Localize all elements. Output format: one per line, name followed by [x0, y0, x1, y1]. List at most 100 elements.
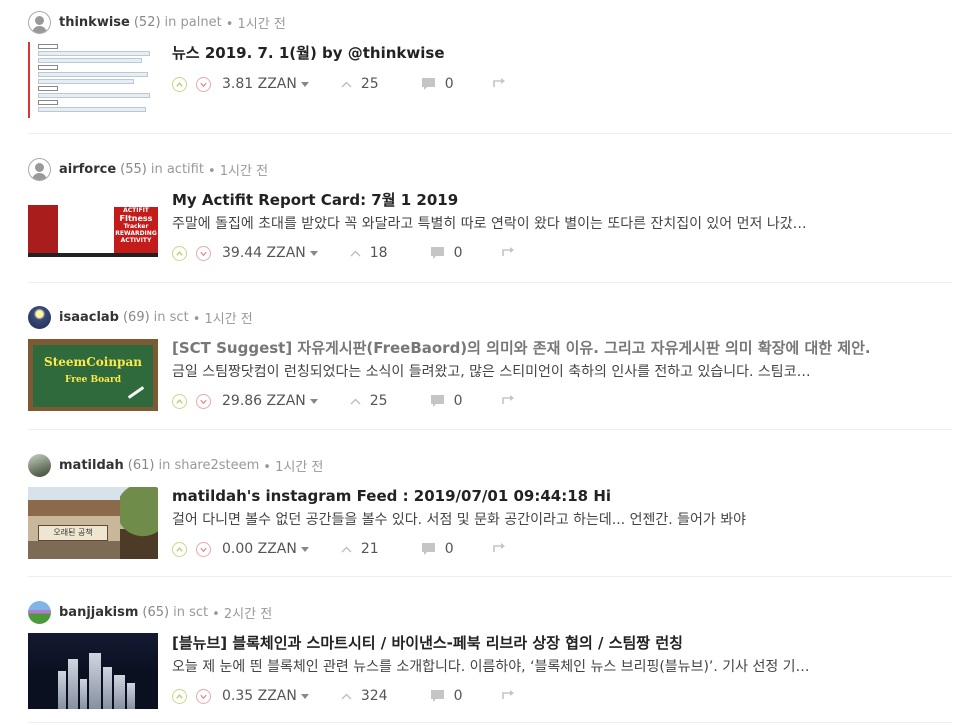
upvote-icon[interactable]: [172, 541, 187, 557]
payout-value[interactable]: 39.44 ZZAN: [222, 245, 306, 261]
username[interactable]: matildah: [59, 458, 124, 473]
chevron-up-icon: [350, 398, 361, 404]
comments-value: 0: [453, 688, 463, 704]
comment-icon: [430, 690, 444, 702]
payout-value[interactable]: 29.86 ZZAN: [222, 393, 306, 409]
voters-count[interactable]: 25: [350, 393, 388, 409]
post-excerpt[interactable]: 걸어 다니면 볼수 없던 공간들을 볼수 있다. 서점 및 문화 공간이라고 하…: [172, 509, 952, 531]
votes-value: 18: [369, 245, 388, 261]
divider: [28, 282, 952, 283]
voters-count[interactable]: 18: [350, 245, 388, 261]
voters-count[interactable]: 25: [341, 76, 379, 92]
payout-value[interactable]: 0.35 ZZAN: [222, 688, 297, 704]
divider: [28, 722, 952, 723]
resteem-icon[interactable]: [501, 245, 515, 261]
post-title[interactable]: 뉴스 2019. 7. 1(월) by @thinkwise: [172, 42, 952, 64]
post-time: • 1시간 전: [192, 311, 253, 327]
post-title[interactable]: matildah's instagram Feed : 2019/07/01 0…: [172, 485, 952, 507]
voters-count[interactable]: 324: [341, 688, 388, 704]
downvote-icon[interactable]: [196, 76, 211, 92]
username[interactable]: isaaclab: [59, 310, 119, 325]
chevron-down-icon[interactable]: [309, 250, 318, 256]
post-actions: 29.86 ZZAN 25 0: [172, 390, 952, 412]
community-link[interactable]: in actifit: [151, 162, 204, 177]
post-actions: 0.35 ZZAN 324 0: [172, 685, 952, 707]
chevron-up-icon: [350, 250, 361, 256]
post-author-row: thinkwise (52) in palnet • 1시간 전: [28, 10, 286, 34]
resteem-icon[interactable]: [492, 76, 506, 92]
payout-value[interactable]: 3.81 ZZAN: [222, 76, 297, 92]
comments-count[interactable]: 0: [430, 688, 463, 704]
upvote-icon[interactable]: [172, 688, 187, 704]
avatar[interactable]: [28, 157, 51, 181]
avatar[interactable]: [28, 10, 51, 34]
avatar[interactable]: [28, 453, 51, 477]
avatar[interactable]: [28, 305, 51, 329]
comment-icon: [430, 395, 444, 407]
community-link[interactable]: in sct: [173, 605, 208, 620]
thumb-text: REWARDING: [115, 230, 157, 237]
post-actions: 0.00 ZZAN 21 0: [172, 538, 952, 560]
resteem-icon[interactable]: [501, 393, 515, 409]
reputation: (52): [133, 14, 161, 30]
chevron-up-icon: [341, 546, 352, 552]
thumb-text: Free Board: [64, 375, 122, 385]
community-link[interactable]: in palnet: [165, 15, 222, 30]
downvote-icon[interactable]: [196, 688, 211, 704]
reputation: (69): [122, 309, 150, 325]
comment-icon: [421, 543, 435, 555]
post-thumbnail[interactable]: [28, 633, 158, 709]
votes-value: 21: [360, 541, 379, 557]
post-author-row: isaaclab (69) in sct • 1시간 전: [28, 305, 253, 329]
chevron-down-icon[interactable]: [300, 81, 309, 87]
comments-count[interactable]: 0: [421, 76, 454, 92]
post-title[interactable]: [SCT Suggest] 자유게시판(FreeBaord)의 의미와 존재 이…: [172, 337, 952, 359]
post-time: • 1시간 전: [207, 163, 269, 179]
upvote-icon[interactable]: [172, 76, 187, 92]
post-excerpt[interactable]: 오늘 제 눈에 띈 블록체인 관련 뉴스를 소개합니다. 이름하야, ‘블록체인…: [172, 656, 952, 678]
community-link[interactable]: in share2steem: [158, 458, 259, 473]
username[interactable]: airforce: [59, 162, 116, 177]
downvote-icon[interactable]: [196, 245, 211, 261]
avatar[interactable]: [28, 600, 51, 624]
post-time: • 2시간 전: [212, 606, 273, 622]
upvote-icon[interactable]: [172, 245, 187, 261]
resteem-icon[interactable]: [492, 541, 506, 557]
votes-value: 25: [369, 393, 388, 409]
username[interactable]: banjjakism: [59, 605, 138, 620]
thumb-text: FItness: [119, 214, 153, 223]
comments-count[interactable]: 0: [421, 541, 454, 557]
downvote-icon[interactable]: [196, 541, 211, 557]
community-link[interactable]: in sct: [154, 310, 189, 325]
divider: [28, 576, 952, 577]
reputation: (61): [127, 457, 155, 473]
thumb-text: ACTIVITY: [120, 237, 152, 244]
chevron-down-icon[interactable]: [300, 693, 309, 699]
post-title[interactable]: My Actifit Report Card: 7월 1 2019: [172, 189, 952, 211]
comment-icon: [430, 247, 444, 259]
post-title[interactable]: [블뉴브] 블록체인과 스마트시티 / 바이낸스-페북 리브라 상장 협의 / …: [172, 632, 952, 654]
thumb-text: SteemCoinpan: [44, 355, 142, 369]
divider: [28, 133, 952, 134]
upvote-icon[interactable]: [172, 393, 187, 409]
voters-count[interactable]: 21: [341, 541, 379, 557]
username[interactable]: thinkwise: [59, 15, 130, 30]
comments-count[interactable]: 0: [430, 245, 463, 261]
comments-value: 0: [453, 393, 463, 409]
post-thumbnail[interactable]: 오래된 공책: [28, 487, 158, 559]
post-thumbnail[interactable]: SteemCoinpan Free Board: [28, 339, 158, 411]
post-actions: 3.81 ZZAN 25 0: [172, 73, 952, 95]
post-excerpt[interactable]: 금일 스팀짱닷컴이 런칭되었다는 소식이 들려왔고, 많은 스티미언이 축하의 …: [172, 361, 952, 383]
votes-value: 324: [360, 688, 388, 704]
post-actions: 39.44 ZZAN 18 0: [172, 242, 952, 264]
post-excerpt[interactable]: 주말에 돌집에 초대를 받았다 꼭 와달라고 특별히 따로 연락이 왔다 별이는…: [172, 213, 952, 235]
post-thumbnail[interactable]: [28, 42, 158, 118]
chevron-down-icon[interactable]: [300, 546, 309, 552]
payout-value[interactable]: 0.00 ZZAN: [222, 541, 297, 557]
comments-count[interactable]: 0: [430, 393, 463, 409]
thumb-text: Tracker: [123, 223, 149, 230]
downvote-icon[interactable]: [196, 393, 211, 409]
resteem-icon[interactable]: [501, 688, 515, 704]
post-thumbnail[interactable]: ACTIFIT FItness Tracker REWARDING ACTIVI…: [28, 205, 158, 257]
chevron-down-icon[interactable]: [309, 398, 318, 404]
